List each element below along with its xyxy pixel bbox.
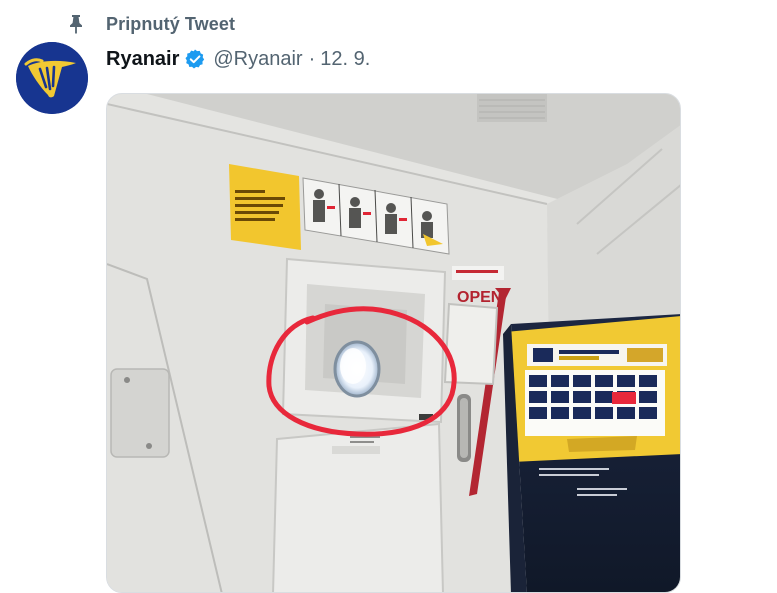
avatar[interactable] [16, 42, 88, 114]
verified-badge-icon [185, 49, 205, 69]
tweet-photo[interactable]: OPEN [106, 93, 681, 593]
tweet-date[interactable]: 12. 9. [320, 48, 370, 71]
author-handle[interactable]: @Ryanair [213, 48, 302, 71]
separator-dot: · [308, 47, 316, 70]
pin-icon [70, 15, 82, 34]
ryanair-harp-logo-icon [16, 42, 88, 114]
tweet-header: Ryanair @Ryanair · 12. 9. [106, 44, 370, 74]
aircraft-exit-door-photo: OPEN [107, 94, 680, 592]
pinned-indicator: Pripnutý Tweet [66, 12, 235, 36]
author-display-name[interactable]: Ryanair [106, 48, 179, 71]
svg-text:OPEN: OPEN [457, 289, 502, 306]
pinned-label: Pripnutý Tweet [106, 13, 236, 34]
